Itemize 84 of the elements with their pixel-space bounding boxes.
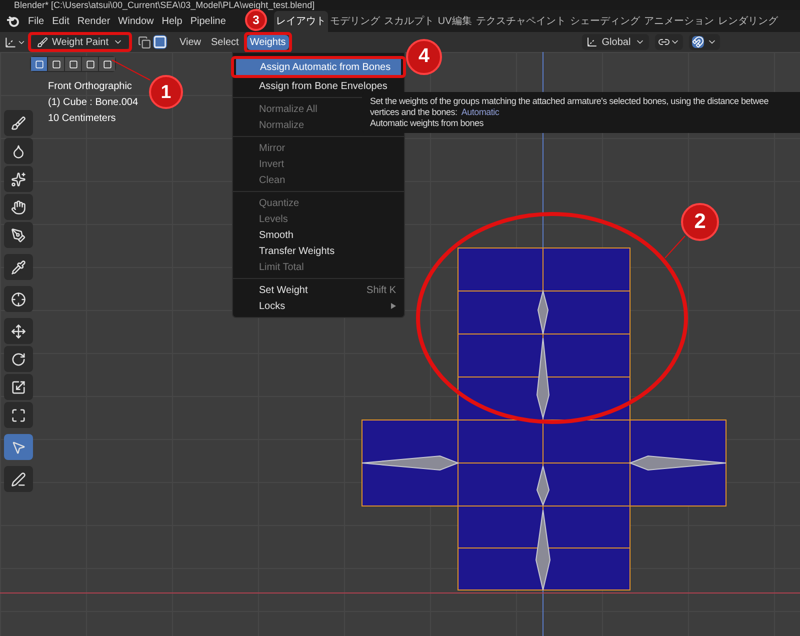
- square-icon: [86, 60, 94, 68]
- tool-button[interactable]: [4, 434, 33, 460]
- sparkle-icon: [11, 172, 26, 186]
- tool-button[interactable]: [4, 166, 33, 192]
- selection-mode-button[interactable]: [82, 57, 98, 71]
- leader-line: [664, 236, 686, 258]
- axes-icon: [4, 36, 17, 48]
- bone: [537, 289, 549, 334]
- magnet-icon: [692, 36, 704, 48]
- workspace-tab[interactable]: レイアウト: [274, 10, 328, 32]
- pivot-dropdown[interactable]: [654, 34, 683, 50]
- menu-item[interactable]: Assign from Bone Envelopes: [235, 78, 402, 94]
- mode-dropdown[interactable]: Weight Paint: [31, 35, 129, 49]
- rotate-icon: [11, 352, 26, 366]
- selection-mode-button[interactable]: [65, 57, 81, 71]
- link-icon: [658, 36, 670, 48]
- square-icon: [34, 60, 44, 68]
- bone: [536, 466, 550, 506]
- menu-item[interactable]: Assign Automatic from Bones: [236, 59, 401, 75]
- pipette-icon: [11, 260, 26, 274]
- menu-item[interactable]: Pipeline: [186, 14, 230, 28]
- transform-icon: [11, 408, 26, 422]
- workspace-tab[interactable]: シェーディング: [568, 10, 642, 32]
- tool-button[interactable]: [4, 194, 33, 220]
- square-icon: [68, 60, 78, 68]
- move-arrows-icon: [11, 324, 26, 338]
- tool-button[interactable]: [4, 346, 33, 372]
- tooltip-text: Automatic weights from bones: [370, 118, 485, 129]
- tool-button[interactable]: [4, 222, 33, 248]
- window-title: Blender* [C:\Users\atsui\00_Current\SEA\03_Model\PLA\weight_test.blend]: [0, 0, 800, 10]
- tool-button[interactable]: [4, 466, 33, 492]
- selection-mode-button[interactable]: [31, 57, 47, 71]
- workspace-tab[interactable]: アニメーション: [642, 10, 716, 32]
- workspace-tab[interactable]: レンダリング: [716, 10, 780, 32]
- tool-button[interactable]: [4, 286, 33, 312]
- logo-icon[interactable]: [6, 15, 20, 27]
- snap-dropdown[interactable]: [688, 34, 720, 50]
- scale-icon: [11, 380, 26, 394]
- menu-item[interactable]: Smooth: [235, 227, 402, 243]
- menu-item[interactable]: Transfer Weights: [235, 243, 402, 259]
- toggle-icon[interactable]: [152, 35, 167, 49]
- tooltip-text: Set the weights of the groups matching the attached armature's selected bones, using the distance betwee: [370, 96, 770, 107]
- menu-item[interactable]: Render: [73, 14, 114, 28]
- header-menu[interactable]: View: [174, 34, 206, 50]
- brush-icon: [11, 116, 26, 130]
- leader-line: [112, 60, 150, 80]
- workspace-tab[interactable]: モデリング: [328, 10, 382, 32]
- pen-icon: [11, 228, 26, 242]
- workspace-tab[interactable]: テクスチャペイント: [474, 10, 568, 32]
- menu-item[interactable]: Help: [158, 14, 186, 28]
- pointer-icon: [11, 440, 26, 454]
- crosshair-icon: [11, 292, 26, 306]
- droplet-icon: [11, 144, 26, 158]
- tooltip-text: vertices and the bones:: [370, 107, 458, 118]
- axes-icon: [586, 36, 598, 48]
- menu-item[interactable]: Locks: [235, 298, 402, 314]
- header-menu[interactable]: Select: [206, 34, 244, 50]
- square-icon: [52, 60, 60, 68]
- viewport-info-text: (1) Cube : Bone.004: [48, 96, 138, 110]
- header-menu[interactable]: Weights: [246, 34, 289, 50]
- selection-mode-button[interactable]: [48, 57, 64, 71]
- menu-item[interactable]: Set Weight Shift K: [235, 282, 402, 298]
- tool-button[interactable]: [4, 138, 33, 164]
- viewport-info-text: Front Orthographic: [48, 80, 133, 94]
- tool-button[interactable]: [4, 110, 33, 136]
- tool-button[interactable]: [4, 402, 33, 428]
- hand-icon: [11, 200, 26, 214]
- tool-button[interactable]: [4, 254, 33, 280]
- menu-item[interactable]: File: [24, 14, 48, 28]
- menu-item[interactable]: Window: [114, 14, 158, 28]
- tooltip-value: Automatic: [461, 107, 500, 118]
- orientation-dropdown[interactable]: Global: [582, 34, 649, 50]
- editor-type-button[interactable]: [4, 36, 26, 48]
- tool-button[interactable]: [4, 318, 33, 344]
- square-icon: [102, 60, 112, 68]
- pencil-icon: [11, 472, 26, 486]
- tool-button[interactable]: [4, 374, 33, 400]
- workspace-tab[interactable]: スカルプト: [382, 10, 436, 32]
- workspace-tab[interactable]: UV編集: [436, 10, 474, 32]
- viewport-info-text: 10 Centimeters: [48, 112, 117, 126]
- menu-item[interactable]: Edit: [48, 14, 74, 28]
- toggle-icon[interactable]: [138, 36, 151, 48]
- paint-icon: [37, 36, 48, 48]
- selection-mode-button[interactable]: [99, 57, 115, 71]
